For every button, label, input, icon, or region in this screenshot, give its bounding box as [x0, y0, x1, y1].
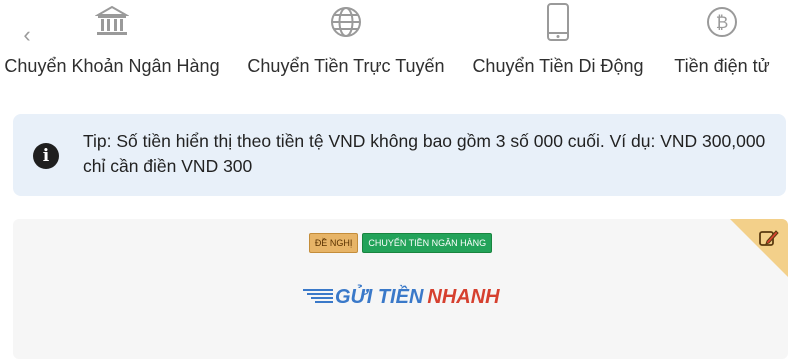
payment-method-tabs: Chuyển Khoản Ngân Hàng Chuyển Tiền Trực …: [0, 0, 800, 90]
svg-text:GỬI TIỀNNHANH: GỬI TIỀN NHANH: [335, 285, 500, 308]
tab-mobile-transfer[interactable]: Chuyển Tiền Di Động: [466, 0, 650, 90]
tab-crypto[interactable]: ₿ Tiền điện tử: [666, 0, 778, 90]
brand-part-2: NHANH: [427, 286, 500, 308]
bitcoin-icon: ₿: [705, 2, 739, 42]
tab-bank-transfer[interactable]: Chuyển Khoản Ngân Hàng: [0, 0, 228, 90]
tab-label: Chuyển Khoản Ngân Hàng: [4, 56, 220, 76]
brand-logo: GỬI TIỀN NHANH: [13, 281, 788, 309]
tab-label: Chuyển Tiền Di Động: [472, 56, 644, 76]
badge-row: ĐỀ NGHỊ CHUYỂN TIỀN NGÂN HÀNG: [13, 233, 788, 253]
info-icon: i: [33, 143, 59, 169]
tab-label: Chuyển Tiền Trực Tuyến: [247, 56, 445, 76]
tip-banner: i Tip: Số tiền hiển thị theo tiền tệ VND…: [13, 114, 786, 196]
tab-online-transfer[interactable]: Chuyển Tiền Trực Tuyến: [246, 0, 446, 90]
globe-icon: [329, 2, 363, 42]
mobile-phone-icon: [545, 2, 571, 42]
brand-part-1: GỬI TIỀN: [335, 285, 424, 308]
tip-text: Tip: Số tiền hiển thị theo tiền tệ VND k…: [83, 131, 766, 176]
svg-text:₿: ₿: [716, 13, 729, 33]
payment-option-card[interactable]: ĐỀ NGHỊ CHUYỂN TIỀN NGÂN HÀNG GỬI TIỀN NH…: [13, 219, 788, 359]
tab-label: Tiền điện tử: [674, 56, 770, 76]
suggested-badge: ĐỀ NGHỊ: [308, 233, 359, 253]
bank-icon: [95, 2, 129, 42]
bank-transfer-badge: CHUYỂN TIỀN NGÂN HÀNG: [362, 233, 493, 253]
